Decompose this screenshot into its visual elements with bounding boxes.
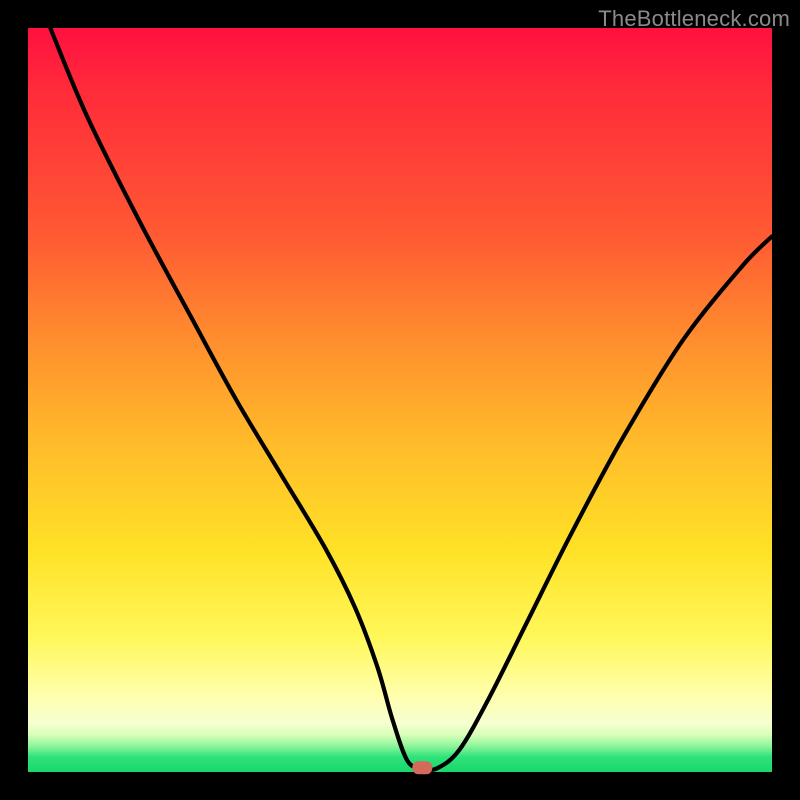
optimal-point-marker xyxy=(412,761,432,774)
plot-area xyxy=(28,28,772,772)
watermark-text: TheBottleneck.com xyxy=(598,6,790,32)
bottleneck-curve xyxy=(28,28,772,772)
curve-path xyxy=(50,28,772,770)
chart-frame: TheBottleneck.com xyxy=(0,0,800,800)
